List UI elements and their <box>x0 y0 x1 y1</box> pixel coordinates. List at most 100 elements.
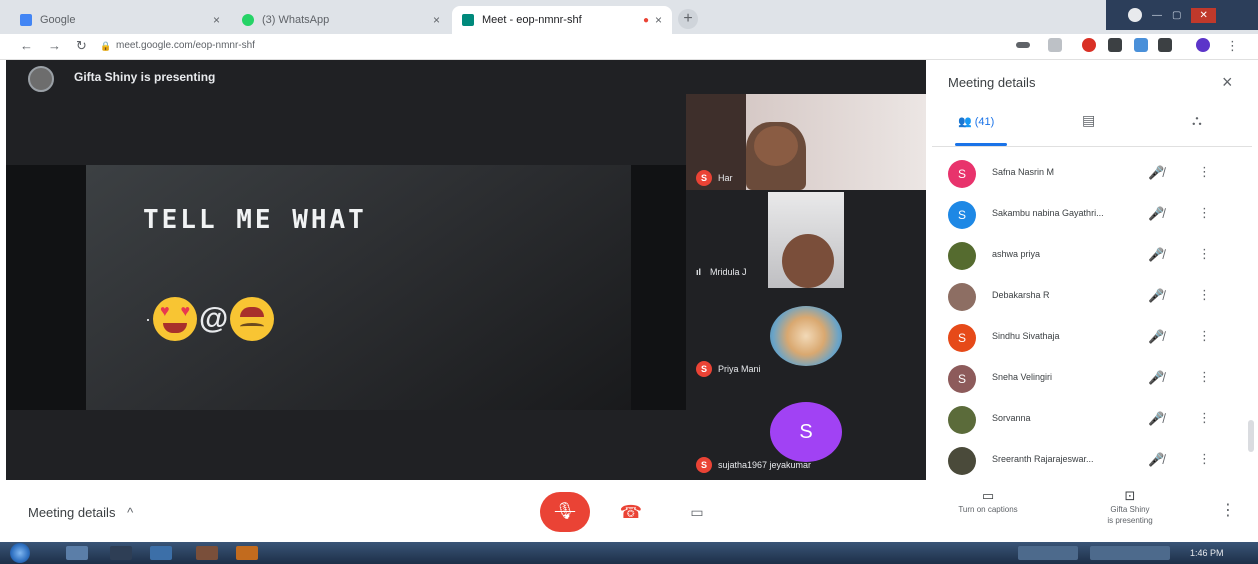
presenting-button[interactable]: ⊡ Gifta Shiny is presenting <box>1090 489 1170 526</box>
reload-button[interactable]: ↻ <box>76 38 87 54</box>
window-controls: — ▢ ✕ <box>1106 0 1258 30</box>
forward-button[interactable]: → <box>48 38 61 53</box>
participant-name: Safna Nasrin M <box>992 167 1055 177</box>
url-field[interactable]: meet.google.com/eop-nmnr-shf <box>116 40 255 51</box>
whatsapp-icon <box>242 14 254 26</box>
participant-row[interactable]: S Sneha Velingiri 🎤̸ ⋮ <box>932 360 1250 398</box>
recording-icon: ● <box>642 14 649 26</box>
tab-label: Meet - eop-nmnr-shf <box>482 14 582 26</box>
participant-row[interactable]: Sreeranth Rajarajeswar... 🎤̸ ⋮ <box>932 442 1250 480</box>
participant-name: Priya Mani <box>718 364 761 374</box>
mic-off-icon[interactable]: 🎤̸ <box>1148 370 1164 386</box>
app-icon[interactable] <box>150 546 172 560</box>
cast-icon[interactable] <box>1016 42 1030 48</box>
app-icon[interactable] <box>110 546 132 560</box>
more-options-icon[interactable]: ⋮ <box>1198 410 1211 426</box>
microphone-toggle-button[interactable]: 🎙 <box>540 492 590 532</box>
captions-label: Turn on captions <box>958 505 1018 514</box>
camera-toggle-button[interactable]: ▭ <box>672 492 722 532</box>
meet-icon <box>462 14 474 26</box>
avatar[interactable] <box>1196 38 1210 52</box>
app-icon[interactable] <box>236 546 258 560</box>
tray-icons[interactable] <box>1090 546 1170 560</box>
close-icon[interactable]: × <box>213 13 220 27</box>
avatar <box>948 242 976 270</box>
presenting-label: is presenting <box>1107 516 1153 525</box>
participant-row[interactable]: Sorvanna 🎤̸ ⋮ <box>932 401 1250 439</box>
participant-name: Sorvanna <box>992 413 1031 423</box>
participant-name: Sakambu nabina Gayathri... <box>992 208 1104 218</box>
more-options-icon[interactable]: ⋮ <box>1198 369 1211 385</box>
mic-off-icon[interactable]: 🎤̸ <box>1148 329 1164 345</box>
profile-icon[interactable] <box>1128 8 1142 22</box>
mic-off-icon[interactable]: 🎤̸ <box>1148 247 1164 263</box>
app-icon[interactable] <box>196 546 218 560</box>
avatar: S <box>948 160 976 188</box>
tab-meet[interactable]: Meet - eop-nmnr-shf ● × <box>452 6 672 34</box>
slide-title: TELL ME WHAT <box>143 205 367 235</box>
participant-tile[interactable]: S Har <box>686 94 926 190</box>
panel-title: Meeting details <box>948 75 1036 90</box>
avatar <box>948 406 976 434</box>
chat-icon[interactable]: ▤ <box>1082 112 1095 129</box>
audio-level-icon: ıl <box>696 267 702 277</box>
more-options-icon[interactable]: ⋮ <box>1198 246 1211 262</box>
mic-off-icon[interactable]: 🎤̸ <box>1148 288 1164 304</box>
extension-icon[interactable] <box>1108 38 1122 52</box>
participant-row[interactable]: S Sakambu nabina Gayathri... 🎤̸ ⋮ <box>932 196 1250 234</box>
close-icon[interactable]: × <box>1222 72 1233 93</box>
back-button[interactable]: ← <box>20 38 33 53</box>
captions-icon: ▭ <box>981 488 995 503</box>
google-icon <box>20 14 32 26</box>
more-options-button[interactable]: ⋮ <box>1220 500 1236 520</box>
new-tab-button[interactable]: + <box>678 9 698 29</box>
close-window-button[interactable]: ✕ <box>1191 7 1216 23</box>
activities-icon[interactable]: ⛬ <box>1192 112 1202 129</box>
people-icon: 👥 <box>958 116 972 128</box>
more-options-icon[interactable]: ⋮ <box>1198 287 1211 303</box>
participant-tile[interactable]: S S sujatha1967 jeyakumar <box>686 384 926 480</box>
extension-icon[interactable] <box>1082 38 1096 52</box>
more-options-icon[interactable]: ⋮ <box>1198 328 1211 344</box>
meeting-details-button[interactable]: Meeting details ^ <box>28 505 133 520</box>
puzzle-icon[interactable] <box>1158 38 1172 52</box>
participant-row[interactable]: Debakarsha R 🎤̸ ⋮ <box>932 278 1250 316</box>
participant-tile[interactable]: ıl Mridula J <box>686 190 926 288</box>
avatar: S <box>948 201 976 229</box>
close-icon[interactable]: × <box>655 13 662 27</box>
more-options-icon[interactable]: ⋮ <box>1198 205 1211 221</box>
mic-off-icon[interactable]: 🎤̸ <box>1148 452 1164 468</box>
avatar <box>948 447 976 475</box>
participant-name: Debakarsha R <box>992 290 1050 300</box>
star-icon[interactable] <box>1048 38 1062 52</box>
close-icon[interactable]: × <box>433 13 440 27</box>
participant-row[interactable]: S Sindhu Sivathaja 🎤̸ ⋮ <box>932 319 1250 357</box>
avatar: S <box>948 324 976 352</box>
participant-row[interactable]: S Safna Nasrin M 🎤̸ ⋮ <box>932 155 1250 193</box>
avatar <box>948 283 976 311</box>
menu-icon[interactable]: ⋮ <box>1226 38 1239 54</box>
avatar <box>770 306 842 366</box>
leave-call-button[interactable]: ☎ <box>606 492 656 532</box>
mic-off-icon: S <box>696 457 712 473</box>
video-background <box>686 94 746 190</box>
tab-google[interactable]: Google × <box>10 6 230 34</box>
maximize-button[interactable]: ▢ <box>1172 10 1181 21</box>
participant-row[interactable]: ashwa priya 🎤̸ ⋮ <box>932 237 1250 275</box>
explorer-icon[interactable] <box>66 546 88 560</box>
participant-tile[interactable]: S Priya Mani <box>686 288 926 384</box>
more-options-icon[interactable]: ⋮ <box>1198 164 1211 180</box>
captions-button[interactable]: ▭ Turn on captions <box>938 488 1038 515</box>
mic-off-icon[interactable]: 🎤̸ <box>1148 165 1164 181</box>
tab-whatsapp[interactable]: (3) WhatsApp × <box>232 6 450 34</box>
extension-icon[interactable] <box>1134 38 1148 52</box>
minimize-button[interactable]: — <box>1152 10 1162 21</box>
more-options-icon[interactable]: ⋮ <box>1198 451 1211 467</box>
tab-people[interactable]: 👥 (41) <box>958 115 994 128</box>
start-button[interactable] <box>10 543 30 563</box>
scrollbar[interactable] <box>1248 420 1254 452</box>
mic-off-icon[interactable]: 🎤̸ <box>1148 206 1164 222</box>
mic-off-icon[interactable]: 🎤̸ <box>1148 411 1164 427</box>
tray-icons[interactable] <box>1018 546 1078 560</box>
participant-face <box>782 234 834 288</box>
